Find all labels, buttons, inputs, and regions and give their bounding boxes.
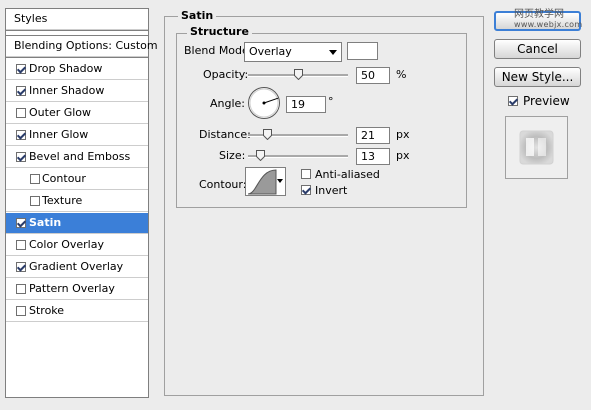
size-label: Size: [219,149,246,162]
opacity-unit: % [396,68,407,81]
sidebar-item-label: Pattern Overlay [29,282,115,295]
sidebar-item-inner-glow[interactable]: Inner Glow [6,125,148,146]
contour-curve-icon [247,169,277,195]
watermark: 网页教学网 www.webjx.com [514,10,582,30]
size-slider-thumb[interactable] [256,150,265,161]
stroke-checkbox[interactable] [16,306,26,316]
color-overlay-checkbox[interactable] [16,240,26,250]
blend-color-swatch[interactable] [347,42,378,60]
preview-label: Preview [523,94,570,108]
sidebar-item-label: Inner Glow [29,128,89,141]
angle-unit: ° [328,95,334,108]
divider [6,57,148,58]
sidebar-item-pattern-overlay[interactable]: Pattern Overlay [6,279,148,300]
sidebar-item-satin[interactable]: Satin [6,213,148,234]
watermark-line2: www.webjx.com [514,20,583,29]
sidebar-item-label: Stroke [29,304,65,317]
sidebar-item-label: Contour [42,172,86,185]
contour-picker[interactable] [245,167,286,196]
distance-label: Distance: [199,128,251,141]
sidebar-item-contour[interactable]: Contour [6,169,148,190]
preview-swatch-image [506,117,567,178]
opacity-label: Opacity: [203,68,249,81]
chevron-down-icon [329,50,337,55]
styles-header[interactable]: Styles [6,9,148,30]
blending-options-item[interactable]: Blending Options: Custom [6,36,158,57]
watermark-line1: 网页教学网 [514,9,564,20]
angle-dial[interactable] [247,86,281,120]
distance-slider-thumb[interactable] [263,129,272,140]
pattern-overlay-checkbox[interactable] [16,284,26,294]
inner-shadow-checkbox[interactable] [16,86,26,96]
angle-label: Angle: [210,97,246,110]
styles-header-label: Styles [14,12,48,25]
blending-options-label: Blending Options: Custom [14,39,158,52]
anti-aliased-label: Anti-aliased [315,168,380,181]
distance-unit: px [396,128,410,141]
new-style-button[interactable]: New Style... [494,67,581,87]
divider [6,30,148,31]
styles-list: Styles Blending Options: Custom Drop Sha… [5,8,158,398]
invert-label: Invert [315,184,348,197]
blend-mode-select[interactable]: Overlay [244,42,342,62]
sidebar-item-label: Color Overlay [29,238,104,251]
sidebar-item-drop-shadow[interactable]: Drop Shadow [6,59,148,80]
sidebar-item-outer-glow[interactable]: Outer Glow [6,103,148,124]
outer-glow-checkbox[interactable] [16,108,26,118]
contour-checkbox[interactable] [30,174,40,184]
sidebar-item-label: Satin [29,216,62,229]
sidebar-item-label: Gradient Overlay [29,260,124,273]
distance-input[interactable]: 21 [356,127,390,144]
size-unit: px [396,149,410,162]
cancel-button[interactable]: Cancel [494,39,581,59]
chevron-down-icon [277,179,283,183]
preview-checkbox[interactable] [508,96,518,106]
style-preview [505,116,568,179]
invert-checkbox[interactable] [301,185,311,195]
bevel-and-emboss-checkbox[interactable] [16,152,26,162]
size-input[interactable]: 13 [356,148,390,165]
gradient-overlay-checkbox[interactable] [16,262,26,272]
opacity-slider-thumb[interactable] [294,69,303,80]
drop-shadow-checkbox[interactable] [16,64,26,74]
sidebar-item-color-overlay[interactable]: Color Overlay [6,235,148,256]
sidebar-item-label: Outer Glow [29,106,92,119]
sidebar-item-texture[interactable]: Texture [6,191,148,212]
sidebar-item-gradient-overlay[interactable]: Gradient Overlay [6,257,148,278]
structure-title: Structure [187,25,252,38]
satin-checkbox[interactable] [16,218,26,228]
sidebar-item-inner-shadow[interactable]: Inner Shadow [6,81,148,102]
sidebar-item-label: Bevel and Emboss [29,150,131,163]
angle-input[interactable]: 19 [286,96,326,113]
contour-label: Contour: [199,178,247,191]
anti-aliased-checkbox[interactable] [301,169,311,179]
opacity-input[interactable]: 50 [356,67,390,84]
sidebar-item-bevel-and-emboss[interactable]: Bevel and Emboss [6,147,148,168]
sidebar-item-label: Drop Shadow [29,62,103,75]
sidebar-item-label: Texture [42,194,83,207]
texture-checkbox[interactable] [30,196,40,206]
blend-mode-value: Overlay [249,45,292,58]
satin-title: Satin [178,9,217,22]
sidebar-item-label: Inner Shadow [29,84,105,97]
inner-glow-checkbox[interactable] [16,130,26,140]
blend-mode-label: Blend Mode: [184,44,253,57]
sidebar-item-stroke[interactable]: Stroke [6,301,148,322]
